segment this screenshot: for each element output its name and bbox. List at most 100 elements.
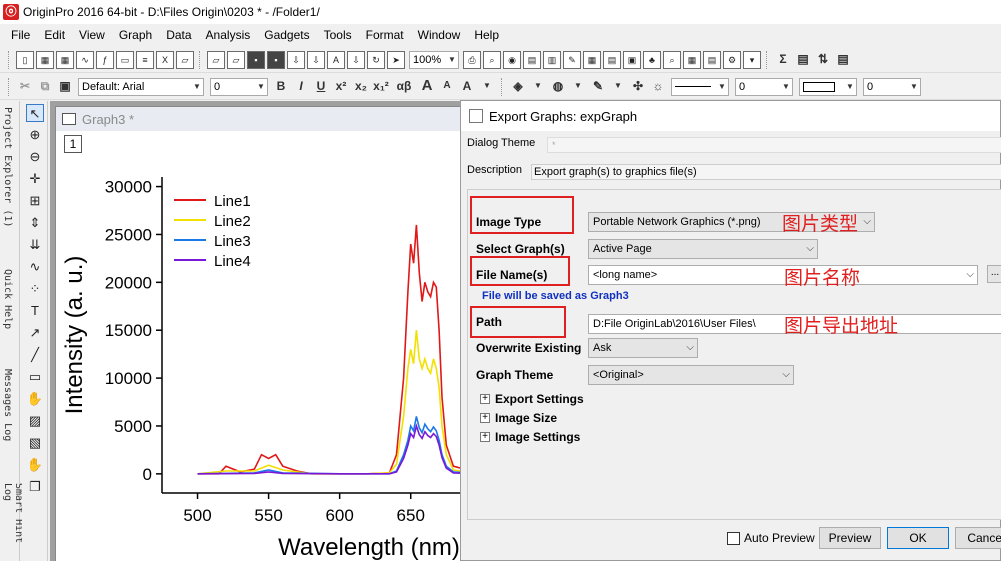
file-name-input[interactable]: <long name> ⌵: [588, 265, 978, 285]
new-folder-icon[interactable]: ▱: [176, 50, 194, 69]
spectrum-chart[interactable]: 0 5000 10000 15000 20000 25000 30000 500 550 600 6…: [56, 107, 466, 561]
save-template-icon[interactable]: ▪: [267, 50, 285, 69]
new-notes-icon[interactable]: ≡: [136, 50, 154, 69]
refresh-icon[interactable]: ▥: [543, 50, 561, 69]
new-function-icon[interactable]: ƒ: [96, 50, 114, 69]
text-color-icon[interactable]: A: [458, 78, 476, 96]
line-color-icon[interactable]: ✎: [589, 78, 607, 96]
menu-gadgets[interactable]: Gadgets: [257, 25, 316, 45]
toolbar-grip[interactable]: [8, 50, 11, 69]
code-builder-icon[interactable]: ▦: [583, 50, 601, 69]
cancel-button[interactable]: Cancel: [955, 527, 1001, 549]
screen-reader-icon[interactable]: ✛: [26, 170, 44, 188]
tab-messages-log[interactable]: Messages Log: [2, 369, 13, 441]
new-project-icon[interactable]: ▯: [16, 50, 34, 69]
data-reader-icon[interactable]: ⊞: [26, 192, 44, 210]
superscript-button[interactable]: x²: [332, 78, 350, 96]
menu-graph[interactable]: Graph: [112, 25, 159, 45]
increase-font-button[interactable]: A: [418, 77, 436, 96]
zoom-in-icon[interactable]: ⊕: [26, 126, 44, 144]
find-icon[interactable]: ⌕: [663, 50, 681, 69]
image-size-section[interactable]: + Image Size: [480, 411, 557, 425]
image-settings-section[interactable]: + Image Settings: [480, 430, 580, 444]
line-width-select[interactable]: 0 ▼: [735, 77, 793, 96]
border-select[interactable]: ▼: [799, 77, 857, 96]
subscript-button[interactable]: x₂: [352, 78, 370, 96]
import-ascii-icon[interactable]: A: [327, 50, 345, 69]
print-icon[interactable]: ⎙: [463, 50, 481, 69]
tab-project-explorer[interactable]: Project Explorer (1): [2, 107, 13, 227]
line-tool-icon[interactable]: ╱: [26, 346, 44, 364]
dropdown-arrow-icon[interactable]: ▼: [529, 78, 547, 96]
select-graphs-select[interactable]: Active Page ⌵: [588, 239, 818, 259]
preview-button[interactable]: Preview: [819, 527, 881, 549]
layer-tool-icon[interactable]: ❐: [26, 478, 44, 496]
font-size-select[interactable]: 0 ▼: [210, 77, 268, 96]
frequency-icon[interactable]: ▤: [834, 51, 852, 69]
insert-table-icon[interactable]: ▧: [26, 434, 44, 452]
pan-tool-icon[interactable]: ✋: [26, 456, 44, 474]
pointer-icon[interactable]: ↖: [26, 104, 44, 122]
italic-button[interactable]: I: [292, 78, 310, 96]
fill-color-icon[interactable]: ◈: [509, 78, 527, 96]
options-icon[interactable]: ⚙: [723, 50, 741, 69]
ok-button[interactable]: OK: [887, 527, 949, 549]
recalculate-icon[interactable]: ↻: [367, 50, 385, 69]
pattern-icon[interactable]: ◍: [549, 78, 567, 96]
expand-plus-icon[interactable]: +: [480, 432, 490, 442]
notes-icon[interactable]: ✎: [563, 50, 581, 69]
menu-edit[interactable]: Edit: [37, 25, 72, 45]
file-name-browse-button[interactable]: ...: [987, 265, 1001, 283]
menu-format[interactable]: Format: [359, 25, 411, 45]
command-window-icon[interactable]: ▣: [623, 50, 641, 69]
zoom-out-icon[interactable]: ⊖: [26, 148, 44, 166]
checkbox-box[interactable]: [727, 531, 740, 545]
dropdown-arrow-icon[interactable]: ▼: [609, 78, 627, 96]
open-icon[interactable]: ▱: [207, 50, 225, 69]
new-graph-icon[interactable]: ∿: [76, 50, 94, 69]
symbol-icon[interactable]: ✣: [629, 78, 647, 96]
data-selector-icon[interactable]: ⇊: [26, 236, 44, 254]
supersubscript-button[interactable]: x₁²: [372, 78, 390, 96]
open-template-icon[interactable]: ▱: [227, 50, 245, 69]
menu-data[interactable]: Data: [159, 25, 198, 45]
export-graph-icon[interactable]: ◉: [503, 50, 521, 69]
script-window-icon[interactable]: ▦: [683, 50, 701, 69]
tab-quick-help[interactable]: Quick Help: [2, 269, 13, 329]
dropdown-arrow-icon[interactable]: ▼: [569, 78, 587, 96]
copy-icon[interactable]: ⧉: [36, 78, 54, 96]
import-wizard-icon[interactable]: ⇩: [307, 50, 325, 69]
overwrite-existing-select[interactable]: Ask ⌵: [588, 338, 698, 358]
tab-smart-hint-log[interactable]: Smart Hint Log: [2, 483, 24, 561]
zoom-select[interactable]: 100% ▼: [409, 50, 459, 69]
export-settings-section[interactable]: + Export Settings: [480, 392, 584, 406]
menu-tools[interactable]: Tools: [317, 25, 359, 45]
menu-help[interactable]: Help: [467, 25, 506, 45]
sort-icon[interactable]: ⇅: [814, 51, 832, 69]
hand-tool-icon[interactable]: ✋: [26, 390, 44, 408]
underline-button[interactable]: U: [312, 78, 330, 96]
import-icon[interactable]: ⇩: [287, 50, 305, 69]
menu-window[interactable]: Window: [411, 25, 468, 45]
print-preview-icon[interactable]: ⌕: [483, 50, 501, 69]
new-matrix-icon[interactable]: ▦: [56, 50, 74, 69]
copy-page-icon[interactable]: ▤: [523, 50, 541, 69]
new-workbook-icon[interactable]: ▦: [36, 50, 54, 69]
dropdown-arrow-icon[interactable]: ▼: [478, 78, 496, 96]
arrow-tool-icon[interactable]: ↗: [26, 324, 44, 342]
menu-analysis[interactable]: Analysis: [199, 25, 258, 45]
auto-preview-checkbox[interactable]: Auto Preview: [727, 531, 815, 545]
sum-icon[interactable]: Σ: [774, 51, 792, 69]
new-excel-icon[interactable]: X: [156, 50, 174, 69]
region-mask-icon[interactable]: ⁘: [26, 280, 44, 298]
message-log-icon[interactable]: ▤: [703, 50, 721, 69]
bold-button[interactable]: B: [272, 78, 290, 96]
menu-file[interactable]: File: [4, 25, 37, 45]
decrease-font-button[interactable]: A: [438, 78, 456, 96]
expand-plus-icon[interactable]: +: [480, 413, 490, 423]
graph-theme-select[interactable]: <Original> ⌵: [588, 365, 794, 385]
symbol-size-icon[interactable]: ☼: [649, 78, 667, 96]
draw-data-icon[interactable]: ∿: [26, 258, 44, 276]
rectangle-tool-icon[interactable]: ▭: [26, 368, 44, 386]
scale-icon[interactable]: ⇕: [26, 214, 44, 232]
